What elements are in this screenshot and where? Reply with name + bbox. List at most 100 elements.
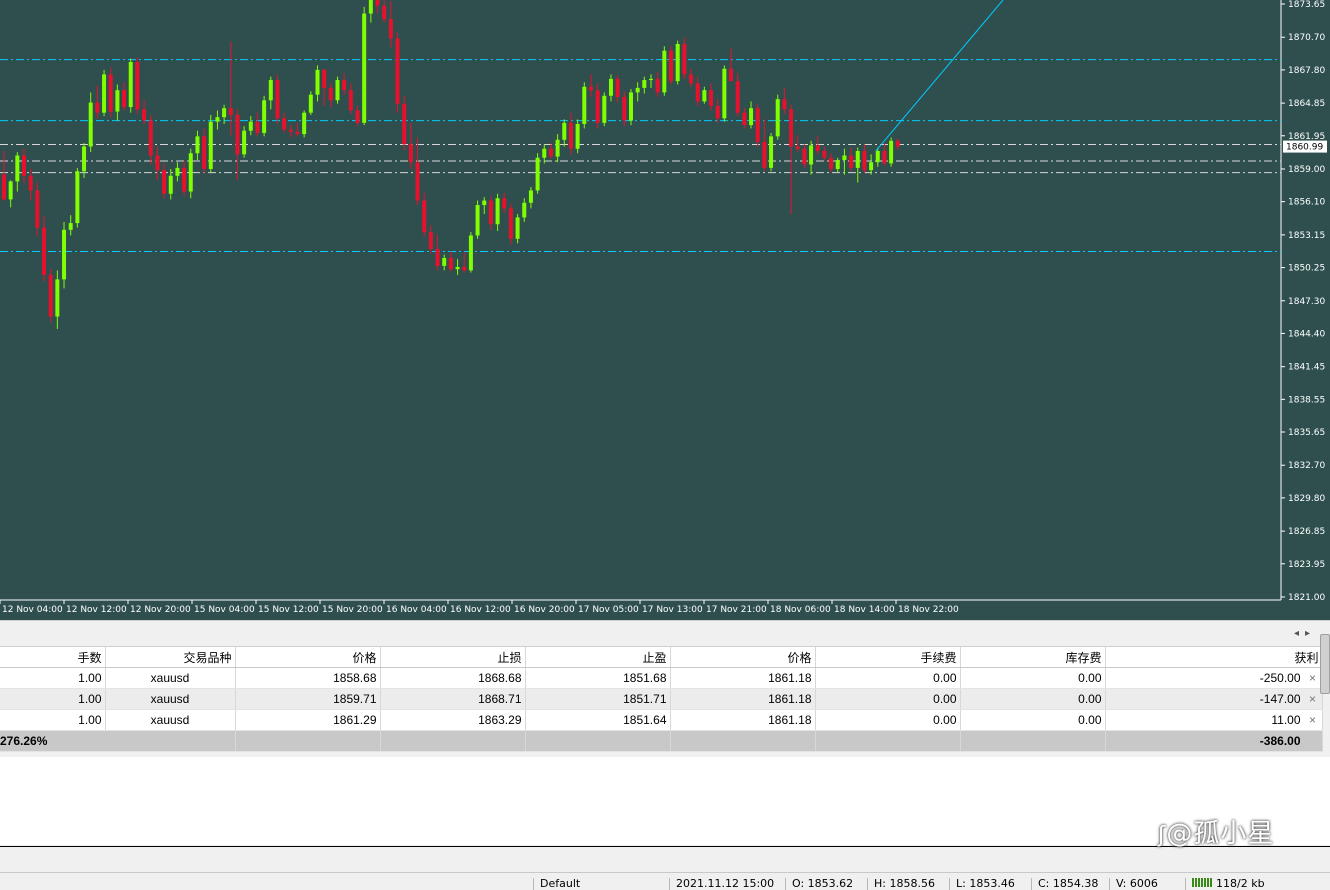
candle-body [275,80,280,119]
candle-body [448,257,453,270]
col-header-swap[interactable]: 库存费 [960,647,1106,668]
x-tick-label: 15 Nov 20:00 [322,605,383,615]
status-traffic: 118/2 kb [1216,878,1265,890]
table-header-row: 手数 交易品种 价格 止损 止盈 价格 手续费 库存费 获利 [0,647,1323,668]
cell-commission: 0.00 [815,709,961,731]
candle-body [202,136,207,170]
candle-body [62,229,67,280]
table-row[interactable]: 1.00 xauusd 1858.68 1868.68 1851.68 1861… [0,667,1323,689]
scroll-left-icon[interactable]: ◂ [1294,628,1305,639]
col-header-take-profit[interactable]: 止盈 [525,647,671,668]
table-row[interactable]: 1.00 xauusd 1861.29 1863.29 1851.64 1861… [0,709,1323,731]
candle-body [675,43,680,82]
col-header-commission[interactable]: 手续费 [815,647,961,668]
cell-profit: -250.00 × [1105,667,1323,689]
total-empty [960,730,1106,752]
candle-body [682,43,687,75]
candle-body [355,110,360,123]
current-price-label: 1860.99 [1286,143,1323,153]
candle-body [422,200,427,233]
cell-take-profit[interactable]: 1851.64 [525,709,671,731]
cell-take-profit[interactable]: 1851.71 [525,688,671,710]
col-header-stop-loss[interactable]: 止损 [380,647,526,668]
candle-body [148,120,153,156]
col-header-volume[interactable]: 手数 [0,647,106,668]
cell-take-profit[interactable]: 1851.68 [525,667,671,689]
candle-body [88,102,93,147]
total-profit: -386.00 [1105,730,1323,752]
candle-body [875,150,880,163]
chart-canvas[interactable]: 1873.65 1870.70 1867.80 1864.85 1861.95 1859.… [0,0,1330,620]
scroll-right-icon[interactable]: ▸ [1305,628,1316,639]
candle-body [769,136,774,168]
candle-body [155,155,160,171]
candle-body [82,146,87,172]
candle-body [435,248,440,266]
close-position-icon[interactable]: × [1307,692,1319,706]
table-row[interactable]: 1.00 xauusd 1859.71 1868.71 1851.71 1861… [0,688,1323,710]
cell-stop-loss[interactable]: 1863.29 [380,709,526,731]
candle-body [128,62,133,108]
col-header-symbol[interactable]: 交易品种 [105,647,236,668]
candle-body [669,50,673,82]
candle-body [495,198,500,225]
candle-body [522,202,527,218]
vertical-scrollbar[interactable] [1320,634,1330,694]
y-tick-label: 1823.95 [1288,560,1325,570]
candle-body [689,74,694,84]
candle-body [382,5,387,20]
cell-stop-loss[interactable]: 1868.68 [380,667,526,689]
col-header-current-price[interactable]: 价格 [670,647,816,668]
candle-body [2,174,6,200]
close-position-icon[interactable]: × [1307,713,1319,727]
candle-body [442,257,447,266]
candle-body [775,99,780,137]
candle-body [68,223,73,230]
cell-open-price: 1859.71 [235,688,381,710]
status-connection[interactable]: 118/2 kb [1185,878,1330,890]
candle-body [268,80,273,101]
candle-body [228,108,233,115]
col-header-open-price[interactable]: 价格 [235,647,381,668]
status-profile[interactable]: Default [533,878,668,890]
close-position-icon[interactable]: × [1307,671,1319,685]
y-tick-label: 1859.00 [1288,165,1325,175]
x-tick-label: 16 Nov 04:00 [386,605,447,615]
candle-body [28,175,33,191]
candle-body [835,159,840,170]
positions-table: 手数 交易品种 价格 止损 止盈 价格 手续费 库存费 获利 1.00 xauu… [0,647,1323,752]
candle-body [762,141,767,168]
cell-profit: -147.00 × [1105,688,1323,710]
candle-body [288,129,293,132]
y-tick-label: 1861.95 [1288,132,1325,142]
candle-body [515,217,520,239]
divider [0,846,1330,847]
x-tick-label: 18 Nov 22:00 [898,605,959,615]
tab-scroll-arrows[interactable]: ◂▸ [1294,628,1316,639]
total-empty [815,730,961,752]
candle-body [568,122,573,149]
candle-body [455,266,460,270]
candle-body [135,62,140,110]
candle-body [528,190,533,203]
cell-volume: 1.00 [0,688,106,710]
y-tick-label: 1867.80 [1288,66,1325,76]
cell-swap: 0.00 [960,667,1106,689]
cell-stop-loss[interactable]: 1868.71 [380,688,526,710]
profit-value: -147.00 [1259,692,1301,706]
cell-volume: 1.00 [0,667,106,689]
x-tick-label: 12 Nov 20:00 [130,605,191,615]
candle-body [142,109,147,121]
table-empty-area [0,757,1330,845]
col-header-profit[interactable]: 获利 [1105,647,1323,668]
watermark: ʃ@孤小星 [1158,813,1274,850]
candle-body [468,235,473,271]
cell-profit: 11.00 × [1105,709,1323,731]
candle-body [502,198,507,209]
price-chart[interactable]: 1873.65 1870.70 1867.80 1864.85 1861.95 1859.… [0,0,1330,620]
candle-body [855,150,860,168]
candle-body [488,200,493,225]
candle-body [842,155,847,160]
x-tick-label: 17 Nov 21:00 [706,605,767,615]
horizontal-scrollbar[interactable] [0,848,1330,870]
